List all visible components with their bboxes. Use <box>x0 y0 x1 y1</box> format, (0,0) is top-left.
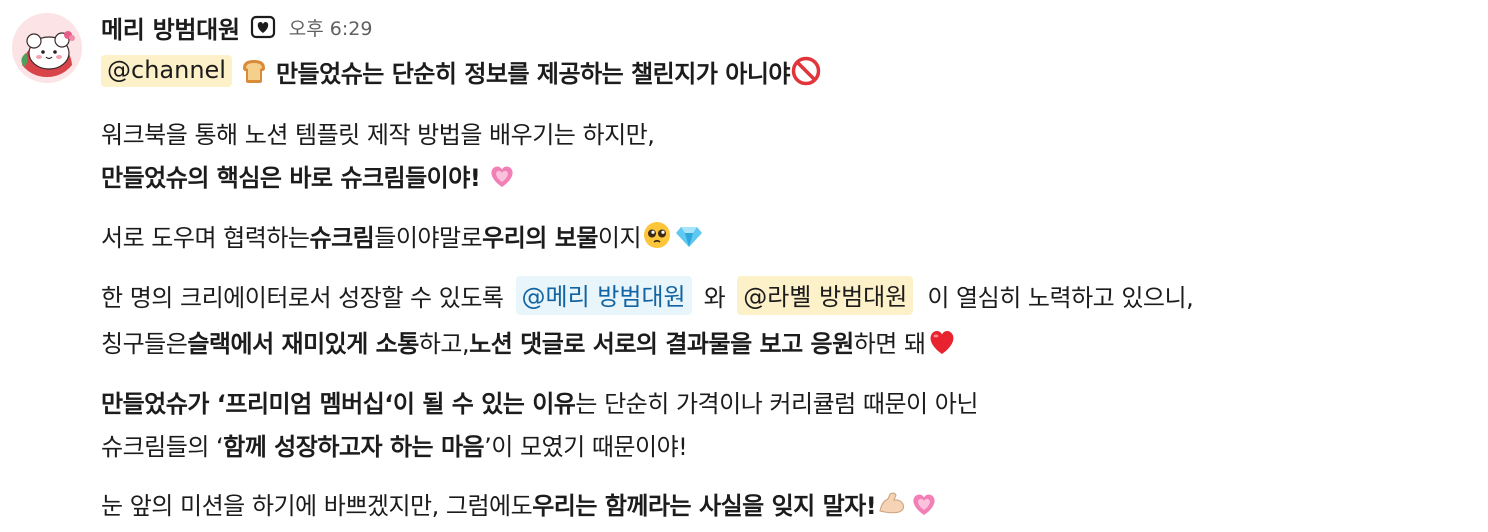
message-line-3: 만들었슈의 핵심은 바로 슈크림들이야! <box>101 155 518 195</box>
slack-message: 메리 방범대원 오후 6:29 @channel 만들었슈는 단순히 정보를 제… <box>0 0 1488 532</box>
gem-icon <box>673 219 705 251</box>
paragraph-text: 슈크림들의 ‘ <box>101 432 224 461</box>
paragraph-bold-text: 만들었슈가 ‘프리미엄 멤버십‘이 될 수 있는 이유 <box>101 389 576 418</box>
headline-text: 만들었슈는 단순히 정보를 제공하는 챌린지가 아니야 <box>275 59 791 88</box>
flexed-biceps-icon <box>876 487 908 519</box>
sender-avatar[interactable] <box>12 13 82 83</box>
paragraph-text: 하고, <box>418 329 470 358</box>
paragraph-text: 워크북을 통해 노션 템플릿 제작 방법을 배우기는 하지만, <box>101 120 655 149</box>
user-mention-rabel[interactable]: @라볠 방범대원 <box>737 275 914 315</box>
no-entry-sign-icon <box>790 55 822 87</box>
message-line-2: 워크북을 통해 노션 템플릿 제작 방법을 배우기는 하지만, <box>101 112 655 152</box>
paragraph-bold-text: 슈크림 <box>309 223 375 252</box>
sender-name[interactable]: 메리 방범대원 <box>101 10 240 45</box>
paragraph-bold-text: 우리는 함께라는 사실을 잊지 말자! <box>532 491 877 520</box>
paragraph-text: 한 명의 크리에이터로서 성장할 수 있도록 <box>101 283 504 312</box>
paragraph-text: 는 단순히 가격이나 커리큘럼 때문이 아닌 <box>575 389 978 418</box>
paragraph-text: 눈 앞의 미션을 하기에 바쁘겠지만, 그럼에도 <box>101 491 533 520</box>
message-line-8: 슈크림들의 ‘ 함께 성장하고자 하는 마음 ’이 모였기 때문이야! <box>101 424 688 464</box>
mailbox-heart-icon[interactable] <box>250 14 276 40</box>
channel-mention[interactable]: @channel <box>101 55 232 87</box>
paragraph-text: 들이야말로 <box>374 223 483 252</box>
paragraph-bold-text: 함께 성장하고자 하는 마음 <box>223 432 485 461</box>
message-line-1: @channel 만들었슈는 단순히 정보를 제공하는 챌린지가 아니야 <box>101 51 822 91</box>
message-line-5: 한 명의 크리에이터로서 성장할 수 있도록 @메리 방범대원 와 @라볠 방범… <box>101 275 1194 315</box>
message-line-7: 만들었슈가 ‘프리미엄 멤버십‘이 될 수 있는 이유 는 단순히 가격이나 커… <box>101 381 978 421</box>
growing-heart-icon <box>908 487 940 519</box>
paragraph-text: 이 열심히 노력하고 있으니, <box>927 283 1194 312</box>
paragraph-text: 이지 <box>597 223 642 252</box>
paragraph-bold-text: 노션 댓글로 서로의 결과물을 보고 응원 <box>469 329 854 358</box>
paragraph-text: 하면 돼 <box>853 329 926 358</box>
message-line-9: 눈 앞의 미션을 하기에 바쁘겠지만, 그럼에도 우리는 함께라는 사실을 잊지… <box>101 483 940 523</box>
bread-icon <box>238 55 270 87</box>
message-header: 메리 방범대원 오후 6:29 <box>101 9 372 45</box>
paragraph-bold-text: 만들었슈의 핵심은 바로 슈크림들이야! <box>101 163 481 192</box>
paragraph-text: ’이 모였기 때문이야! <box>484 432 688 461</box>
paragraph-text: 와 <box>703 283 726 312</box>
message-timestamp[interactable]: 오후 6:29 <box>289 14 373 41</box>
message-line-4: 서로 도우며 협력하는 슈크림 들이야말로 우리의 보물 이지 <box>101 215 705 255</box>
paragraph-text: 서로 도우며 협력하는 <box>101 223 310 252</box>
growing-heart-icon <box>486 159 518 191</box>
pleading-face-icon <box>641 219 673 251</box>
avatar-character-icon <box>12 13 82 83</box>
message-line-6: 칭구들은 슬랙에서 재미있게 소통 하고, 노션 댓글로 서로의 결과물을 보고… <box>101 321 958 361</box>
red-heart-icon <box>926 325 958 357</box>
paragraph-bold-text: 우리의 보물 <box>482 223 598 252</box>
paragraph-text: 칭구들은 <box>101 329 188 358</box>
user-mention-meri[interactable]: @메리 방범대원 <box>515 275 692 315</box>
paragraph-bold-text: 슬랙에서 재미있게 소통 <box>187 329 419 358</box>
